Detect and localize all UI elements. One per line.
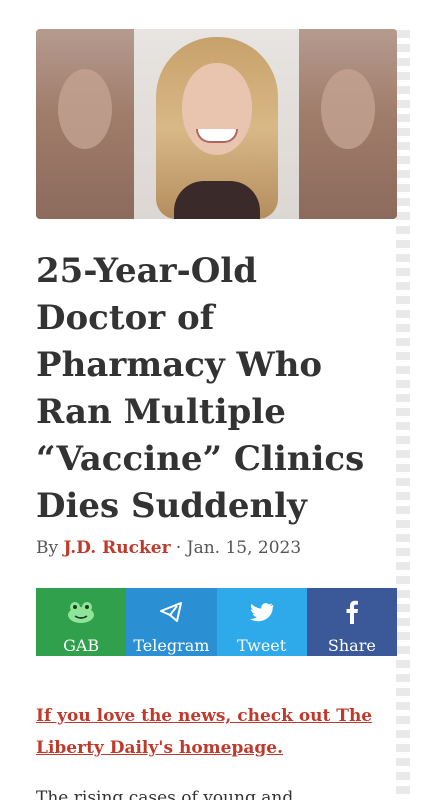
hero-blur-right: [299, 29, 397, 219]
publish-date: Jan. 15, 2023: [186, 538, 302, 558]
article-title: 25-Year-Old Doctor of Pharmacy Who Ran M…: [36, 248, 388, 530]
telegram-label: Telegram: [133, 636, 210, 655]
title-line: “Vaccine” Clinics: [36, 439, 365, 479]
gab-share-button[interactable]: GAB: [36, 588, 127, 656]
byline-prefix: By: [36, 538, 64, 558]
telegram-share-button[interactable]: Telegram: [126, 588, 217, 656]
facebook-f-icon: [345, 600, 359, 624]
promo-block: If you love the news, check out The Liber…: [36, 700, 388, 764]
promo-line-2: Liberty Daily's homepage.: [36, 738, 283, 758]
title-line: Pharmacy Who: [36, 345, 323, 385]
tweet-label: Tweet: [237, 636, 287, 655]
title-line: 25-Year-Old: [36, 251, 257, 291]
paper-plane-icon: [159, 600, 183, 624]
share-label: Share: [327, 636, 376, 655]
article-page: 25-Year-Old Doctor of Pharmacy Who Ran M…: [0, 0, 438, 800]
promo-line-1: If you love the news, check out The: [36, 706, 373, 726]
title-line: Doctor of: [36, 298, 215, 338]
title-line: Ran Multiple: [36, 392, 286, 432]
promo-link[interactable]: If you love the news, check out The Liber…: [36, 706, 372, 758]
author-link[interactable]: J.D. Rucker: [64, 538, 171, 558]
hero-image: [36, 29, 397, 219]
page-edge-strip: [396, 30, 410, 800]
facebook-share-button[interactable]: Share: [306, 588, 397, 656]
gab-label: GAB: [63, 636, 100, 655]
share-bar: GAB Telegram Tweet Share: [36, 588, 397, 656]
title-line: Dies Suddenly: [36, 486, 307, 526]
tweet-share-button[interactable]: Tweet: [216, 588, 307, 656]
byline: By J.D. Rucker · Jan. 15, 2023: [36, 538, 388, 558]
byline-separator: ·: [170, 538, 187, 558]
hero-portrait: [134, 29, 299, 219]
article-body: The rising cases of young and: [36, 788, 294, 800]
bird-icon: [249, 600, 274, 624]
hero-blur-left: [36, 29, 134, 219]
frog-icon: [66, 600, 96, 624]
